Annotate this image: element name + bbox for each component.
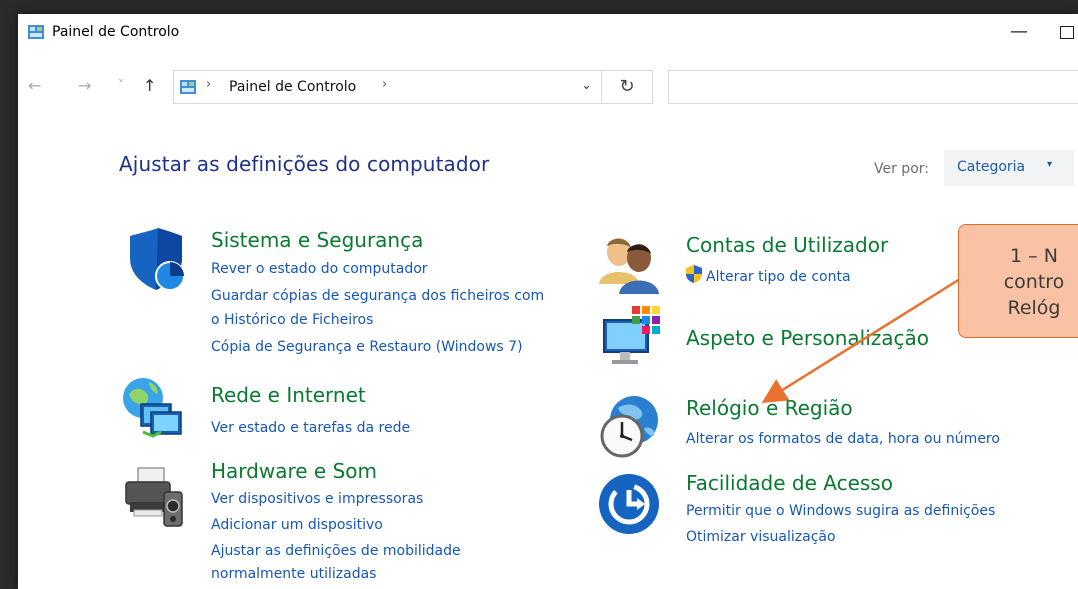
link-view-network-status[interactable]: Ver estado e tarefas da rede xyxy=(211,419,410,437)
breadcrumb-control-panel[interactable]: Painel de Controlo xyxy=(229,79,356,95)
address-dropdown-icon[interactable]: ⌄ xyxy=(581,78,592,93)
recent-locations-icon[interactable]: ˅ xyxy=(118,78,124,92)
title-bar: Painel de Controlo — xyxy=(18,14,1078,52)
link-mobility-settings-cont[interactable]: normalmente utilizadas xyxy=(211,565,376,583)
monitor-palette-icon[interactable] xyxy=(602,306,666,370)
view-by-dropdown[interactable]: Categoria ▾ xyxy=(944,150,1074,186)
link-review-computer-status[interactable]: Rever o estado do computador xyxy=(211,260,428,278)
network-globe-icon[interactable] xyxy=(121,376,185,440)
uac-shield-icon xyxy=(686,265,702,283)
window-title: Painel de Controlo xyxy=(52,24,180,40)
link-change-date-time-formats[interactable]: Alterar os formatos de data, hora ou núm… xyxy=(686,430,1000,448)
view-by-label: Ver por: xyxy=(874,161,929,177)
view-by-value: Categoria xyxy=(957,159,1026,175)
link-file-history-backup-cont[interactable]: o Histórico de Ficheiros xyxy=(211,311,373,329)
link-change-account-type[interactable]: Alterar tipo de conta xyxy=(706,268,851,286)
category-title-clock-region[interactable]: Relógio e Região xyxy=(686,396,853,420)
clock-globe-icon[interactable] xyxy=(598,394,662,458)
users-icon[interactable] xyxy=(597,232,661,296)
control-panel-window: Painel de Controlo — ← → ˅ ↑ › Painel de… xyxy=(18,14,1078,589)
chevron-down-icon: ▾ xyxy=(1047,159,1053,170)
category-title-system-security[interactable]: Sistema e Segurança xyxy=(211,228,423,252)
breadcrumb-separator-icon[interactable]: › xyxy=(206,77,211,92)
annotation-callout-text: 1 – N contro Relóg xyxy=(1003,245,1065,319)
page-title: Ajustar as definições do computador xyxy=(119,152,490,176)
link-optimize-display[interactable]: Otimizar visualização xyxy=(686,528,836,546)
maximize-button[interactable] xyxy=(1060,26,1074,39)
address-bar[interactable]: › Painel de Controlo › ⌄ ↻ xyxy=(173,70,653,104)
link-mobility-settings[interactable]: Ajustar as definições de mobilidade xyxy=(211,542,461,560)
category-title-ease-of-access[interactable]: Facilidade de Acesso xyxy=(686,471,893,495)
refresh-icon[interactable]: ↻ xyxy=(601,71,652,103)
link-add-device[interactable]: Adicionar um dispositivo xyxy=(211,516,383,534)
forward-arrow-icon[interactable]: → xyxy=(78,76,91,95)
category-title-hardware-sound[interactable]: Hardware e Som xyxy=(211,459,377,483)
link-windows-suggest-settings[interactable]: Permitir que o Windows sugira as definiç… xyxy=(686,502,995,520)
back-arrow-icon[interactable]: ← xyxy=(28,76,41,95)
category-title-network-internet[interactable]: Rede e Internet xyxy=(211,383,366,407)
navigation-bar: ← → ˅ ↑ › Painel de Controlo › ⌄ ↻ xyxy=(18,66,1078,106)
link-file-history-backup[interactable]: Guardar cópias de segurança dos ficheiro… xyxy=(211,287,544,305)
category-title-appearance[interactable]: Aspeto e Personalização xyxy=(686,326,929,350)
control-panel-icon xyxy=(180,80,196,94)
link-view-devices-printers[interactable]: Ver dispositivos e impressoras xyxy=(211,490,423,508)
security-shield-icon[interactable] xyxy=(124,228,188,292)
up-arrow-icon[interactable]: ↑ xyxy=(143,76,156,95)
ease-of-access-icon[interactable] xyxy=(597,472,661,536)
breadcrumb-separator-icon[interactable]: › xyxy=(382,77,387,92)
search-input[interactable] xyxy=(668,70,1078,104)
minimize-button[interactable]: — xyxy=(1004,20,1034,44)
printer-speaker-icon[interactable] xyxy=(122,466,186,530)
link-backup-restore-win7[interactable]: Cópia de Segurança e Restauro (Windows 7… xyxy=(211,338,523,356)
annotation-callout: 1 – N contro Relóg xyxy=(958,224,1078,338)
control-panel-icon xyxy=(28,25,44,39)
category-title-user-accounts[interactable]: Contas de Utilizador xyxy=(686,233,888,257)
